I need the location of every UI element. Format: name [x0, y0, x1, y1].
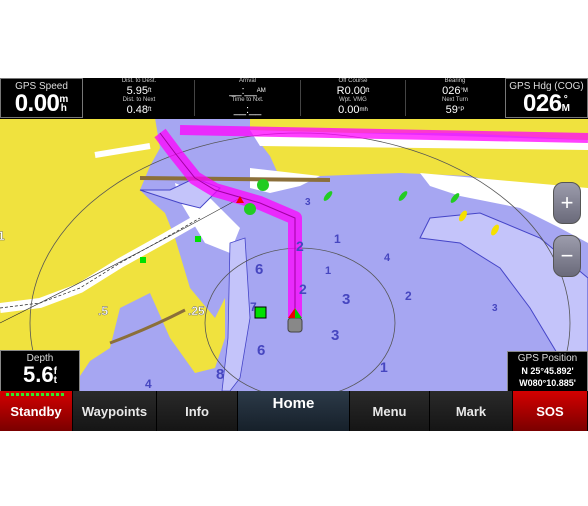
svg-text:4: 4	[384, 252, 391, 264]
bearing-label: Bearing	[444, 78, 466, 84]
dist-to-dest-value: 5.95	[126, 85, 149, 97]
plus-icon: +	[560, 190, 574, 215]
next-turn-value: 59	[445, 104, 458, 116]
standby-button[interactable]: Standby	[0, 391, 73, 431]
svg-text:1: 1	[334, 232, 341, 246]
svg-text:4: 4	[145, 377, 152, 391]
time-to-next-value: __:__	[233, 104, 262, 116]
arrival-value: __:__	[229, 85, 257, 97]
svg-text:8: 8	[216, 366, 224, 383]
green-buoy	[257, 179, 269, 191]
next-turn-label: Next Turn	[441, 97, 468, 103]
wpt-vmg-value: 0.00	[338, 104, 360, 116]
dist-column[interactable]: Dist. to Dest. 5.95ft Dist. to Next 0.48…	[84, 78, 194, 118]
svg-text:.25: .25	[188, 304, 205, 318]
time-to-next-label: Time to Nxt.	[231, 97, 264, 103]
dist-to-next-value: 0.48	[126, 104, 149, 116]
data-bar: GPS Speed 0.00m h Dist. to Dest. 5.95ft D…	[0, 78, 588, 118]
gps-longitude: W080°10.885'	[519, 378, 576, 388]
zoom-in-button[interactable]: +	[553, 182, 581, 224]
gps-heading-unit: ° M	[561, 94, 570, 114]
svg-text:1: 1	[325, 265, 331, 277]
minus-icon: −	[560, 243, 574, 268]
svg-text:6: 6	[257, 342, 265, 359]
svg-text:1: 1	[380, 359, 388, 375]
dist-to-next-label: Dist. to Next	[122, 97, 156, 103]
gps-position-field[interactable]: GPS Position N 25°45.892' W080°10.885'	[507, 351, 588, 392]
chartplotter-screen: 2 1 4 2 3 2 3 1 6 7 6 8 4 1 3 3 .5 .25 1…	[0, 78, 588, 431]
gps-speed-field[interactable]: GPS Speed 0.00m h	[0, 78, 83, 118]
svg-text:.5: .5	[98, 304, 108, 318]
svg-text:2: 2	[296, 238, 304, 254]
arrival-label: Arrival	[238, 78, 256, 84]
svg-text:3: 3	[492, 303, 498, 314]
bridge-line	[139, 176, 331, 182]
gps-heading-field[interactable]: GPS Hdg (COG) 026 ° M	[505, 78, 588, 118]
wpt-vmg-label: Wpt. VMG	[339, 97, 367, 103]
gps-speed-value: 0.00	[14, 90, 60, 117]
waypoints-button[interactable]: Waypoints	[73, 391, 157, 431]
svg-text:2: 2	[299, 281, 307, 297]
off-course-column[interactable]: Off Course R0.00ft Wpt. VMG 0.00mh	[301, 78, 405, 118]
home-button[interactable]: Home	[238, 391, 350, 431]
zoom-out-button[interactable]: −	[553, 235, 581, 277]
sos-button[interactable]: SOS	[513, 391, 588, 431]
arrival-column[interactable]: Arrival __:__AM Time to Nxt. __:__	[195, 78, 300, 118]
off-course-label: Off Course	[338, 78, 368, 84]
depth-value: 5.6	[23, 362, 54, 387]
bearing-column[interactable]: Bearing 026°M Next Turn 59°P	[406, 78, 504, 118]
svg-text:7: 7	[250, 300, 257, 314]
svg-text:3: 3	[342, 291, 350, 308]
off-course-value: R0.00	[336, 85, 366, 97]
status-led-row	[6, 393, 66, 396]
gps-heading-value: 026	[523, 90, 562, 117]
map-border-top	[0, 118, 588, 119]
depth-unit: ft	[53, 366, 57, 386]
menu-button[interactable]: Menu	[350, 391, 430, 431]
gps-position-label: GPS Position	[517, 353, 578, 364]
navigation-chart[interactable]: 2 1 4 2 3 2 3 1 6 7 6 8 4 1 3 3 .5 .25 1	[0, 78, 588, 431]
svg-text:2: 2	[405, 289, 412, 303]
svg-text:3: 3	[305, 197, 311, 208]
soft-key-bar: Standby Waypoints Info Home Menu Mark SO…	[0, 391, 588, 431]
green-marker	[140, 257, 146, 263]
svg-text:3: 3	[331, 327, 339, 344]
bearing-value: 026	[442, 85, 461, 97]
gps-latitude: N 25°45.892'	[521, 366, 574, 376]
svg-text:6: 6	[255, 261, 263, 278]
info-button[interactable]: Info	[157, 391, 238, 431]
green-buoy	[244, 203, 256, 215]
green-marker	[195, 236, 201, 242]
dist-to-dest-label: Dist. to Dest.	[121, 78, 157, 84]
depth-field[interactable]: Depth 5.6f t	[0, 350, 80, 392]
mark-button[interactable]: Mark	[430, 391, 513, 431]
svg-text:1: 1	[0, 229, 5, 243]
gps-speed-unit: mh	[59, 94, 69, 114]
